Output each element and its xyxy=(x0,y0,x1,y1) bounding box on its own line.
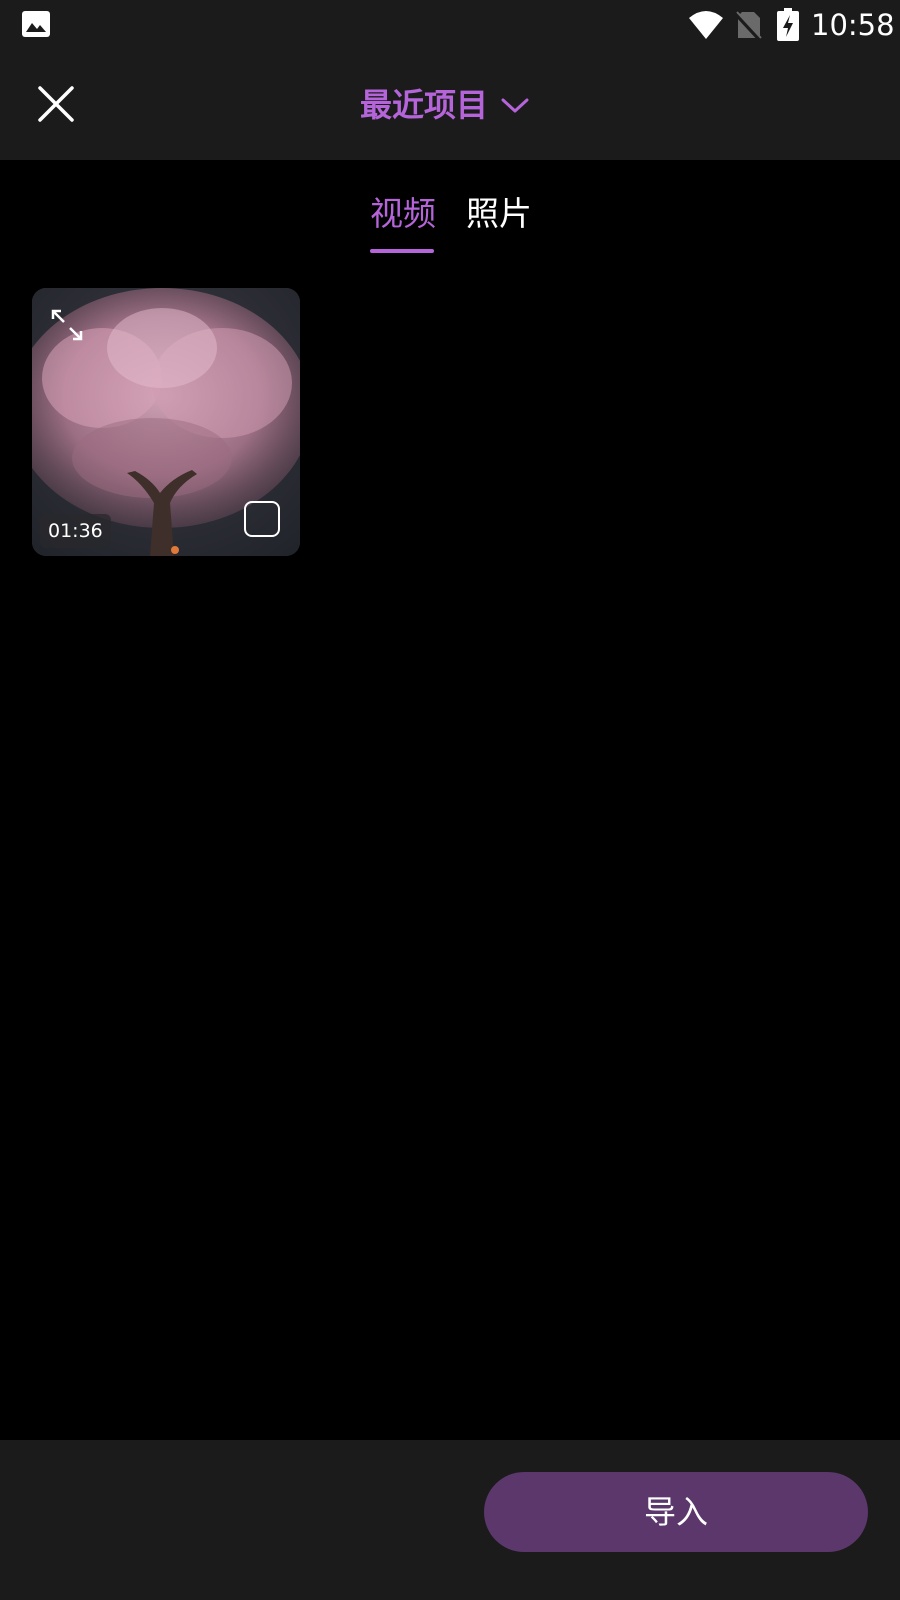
expand-icon[interactable] xyxy=(50,308,84,342)
gallery-icon xyxy=(22,11,50,37)
close-icon[interactable] xyxy=(32,80,80,128)
import-button[interactable]: 导入 xyxy=(484,1472,868,1552)
video-duration: 01:36 xyxy=(40,514,111,548)
wifi-icon xyxy=(689,11,723,39)
media-type-tabs: 视频 照片 xyxy=(0,160,900,260)
select-checkbox[interactable] xyxy=(244,501,280,537)
status-time: 10:58 xyxy=(811,8,895,42)
tab-photo[interactable]: 照片 xyxy=(466,193,532,235)
album-title: 最近项目 xyxy=(360,86,489,124)
active-tab-indicator xyxy=(370,249,434,253)
tab-video[interactable]: 视频 xyxy=(370,193,436,235)
status-bar: 10:58 xyxy=(0,0,900,50)
bottom-bar: 导入 xyxy=(0,1440,900,1600)
battery-charging-icon xyxy=(777,8,799,41)
no-sim-icon xyxy=(736,11,762,40)
chevron-down-icon xyxy=(501,98,529,113)
media-item-video[interactable]: 01:36 xyxy=(32,288,300,556)
album-dropdown[interactable]: 最近项目 xyxy=(360,80,530,130)
top-app-bar: 最近项目 xyxy=(0,50,900,160)
